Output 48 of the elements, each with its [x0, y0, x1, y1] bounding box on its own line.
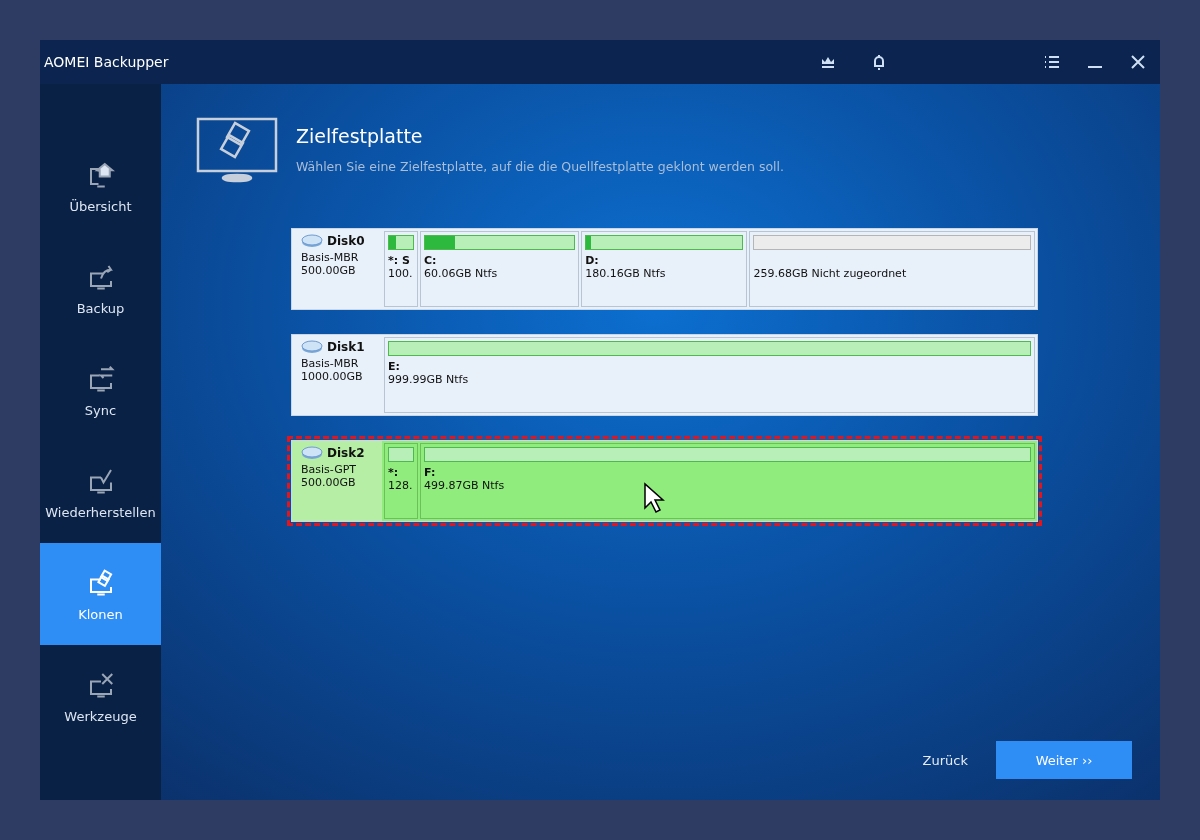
disk-row[interactable]: Disk1 Basis-MBR 1000.00GB E: 999.99GB Ntfs [291, 334, 1038, 416]
sidebar-item[interactable]: Übersicht [40, 135, 161, 237]
disk-type: Basis-GPT [301, 463, 358, 476]
monitor-clone-icon [196, 117, 278, 183]
partition-block[interactable]: D: 180.16GB Ntfs [581, 231, 748, 307]
disk-name: Disk0 [327, 234, 365, 248]
partition-detail: 100. [388, 267, 414, 280]
partition-block[interactable]: C: 60.06GB Ntfs [420, 231, 580, 307]
sidebar-item[interactable]: Werkzeuge [40, 645, 161, 747]
partition-detail: 999.99GB Ntfs [388, 373, 470, 386]
partition-block[interactable]: *: 128. [384, 443, 418, 519]
menu-icon[interactable] [1043, 53, 1061, 71]
partition-detail: 128. [388, 479, 414, 492]
sidebar-item[interactable]: Sync [40, 339, 161, 441]
disk-name: Disk2 [327, 446, 365, 460]
page-subtitle: Wählen Sie eine Zielfestplatte, auf die die Quellfestplatte geklont werden soll. [296, 159, 784, 174]
partition-detail: 499.87GB Ntfs [424, 479, 506, 492]
disk-size: 500.00GB [301, 476, 357, 489]
partition-label: *: [388, 466, 399, 479]
partition-block[interactable]: 259.68GB Nicht zugeordnet [749, 231, 1035, 307]
disk-name: Disk1 [327, 340, 365, 354]
cursor-icon [643, 482, 665, 516]
close-icon[interactable] [1129, 53, 1147, 71]
partition-detail: 60.06GB Ntfs [424, 267, 499, 280]
sidebar-item[interactable]: Wiederherstellen [40, 441, 161, 543]
disk-icon [301, 340, 323, 354]
partition-label: E: [388, 360, 400, 373]
partition-detail: 259.68GB Nicht zugeordnet [753, 267, 908, 280]
partition-block[interactable]: F: 499.87GB Ntfs [420, 443, 1035, 519]
page-title: Zielfestplatte [296, 125, 424, 147]
disk-row[interactable]: Disk0 Basis-MBR 500.00GB *: S 100. C: 60.06GB Ntfs D: 180.16GB Ntfs 259.68GB Nicht zugeordnet [291, 228, 1038, 310]
disk-type: Basis-MBR [301, 251, 360, 264]
partition-label: *: S [388, 254, 410, 267]
disk-size: 1000.00GB [301, 370, 364, 383]
disk-type: Basis-MBR [301, 357, 360, 370]
partition-detail: 180.16GB Ntfs [585, 267, 667, 280]
disk-size: 500.00GB [301, 264, 357, 277]
back-link[interactable]: Zurück [916, 751, 974, 769]
partition-label: D: [585, 254, 599, 267]
partition-label: F: [424, 466, 436, 479]
window-title: AOMEI Backupper [44, 54, 170, 70]
partition-block[interactable]: E: 999.99GB Ntfs [384, 337, 1035, 413]
partition-label: C: [424, 254, 437, 267]
disk-icon [301, 446, 323, 460]
partition-block[interactable]: *: S 100. [384, 231, 418, 307]
usage-bar [388, 447, 414, 462]
sidebar-item[interactable]: Backup [40, 237, 161, 339]
disk-icon [301, 234, 323, 248]
